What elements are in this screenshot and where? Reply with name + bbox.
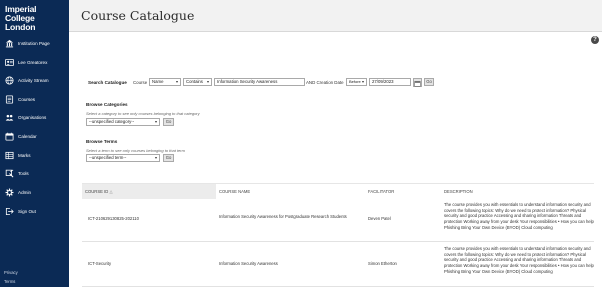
course-name-cell[interactable]: Information Security Awareness	[219, 261, 278, 266]
browse-categories-title: Browse Categories	[86, 102, 128, 107]
sidebar-item-label: Calendar	[18, 133, 37, 139]
sidebar-item-label: Marks	[18, 152, 31, 158]
category-select[interactable]: --unspecified category-- ▾	[86, 118, 160, 126]
column-header-course-id[interactable]: COURSE ID △	[82, 184, 216, 199]
term-select-value: --unspecified term--	[89, 155, 127, 160]
courses-icon	[4, 94, 14, 104]
column-header-course-name[interactable]: COURSE NAME	[219, 184, 250, 199]
sidebar-item-label: Admin	[18, 189, 32, 195]
page-header: Course Catalogue	[69, 0, 602, 32]
search-field-label: Course	[133, 80, 148, 85]
privacy-link[interactable]: Privacy	[4, 270, 18, 275]
sidebar-item-label: Lee Greatorex	[18, 59, 48, 65]
page-title: Course Catalogue	[81, 8, 195, 23]
sidebar-item-sign-out[interactable]: Sign Out	[0, 204, 69, 218]
search-field-select[interactable]: Name ▾	[149, 78, 181, 86]
facilitator-cell: Simon Etherton	[368, 261, 397, 266]
calendar-icon	[414, 74, 421, 92]
creation-date-label: AND Creation Date	[306, 80, 344, 85]
sidebar-item-label: Activity Stream	[18, 77, 49, 83]
sidebar-item-activity-stream[interactable]: Activity Stream	[0, 73, 69, 87]
search-input[interactable]: Information Security Awareness	[214, 78, 305, 86]
sort-ascending-icon: △	[109, 189, 113, 194]
logo-line-2: London	[5, 22, 36, 32]
sidebar-item-label: Tools	[18, 170, 29, 176]
search-catalogue-label: Search Catalogue	[88, 80, 127, 85]
term-select[interactable]: --unspecified term-- ▾	[86, 154, 160, 162]
sidebar: Imperial College London Institution Page…	[0, 0, 69, 287]
table-row: ICT-210629130825-202110 Information Secu…	[82, 198, 594, 242]
tools-icon	[4, 168, 14, 178]
sign-out-icon	[4, 206, 14, 216]
column-label: COURSE ID	[85, 189, 109, 194]
globe-icon	[4, 75, 14, 85]
date-operator-select[interactable]: Before ▾	[346, 78, 367, 86]
chevron-down-icon: ▾	[206, 79, 209, 84]
chevron-down-icon: ▾	[361, 79, 364, 84]
date-operator-value: Before	[349, 79, 361, 84]
search-field-value: Name	[152, 79, 164, 84]
institution-icon	[4, 38, 14, 48]
column-header-facilitator[interactable]: FACILITATOR	[368, 184, 394, 199]
category-select-value: --unspecified category--	[89, 119, 135, 124]
help-icon[interactable]: ?	[591, 36, 599, 44]
search-operator-select[interactable]: Contains ▾	[183, 78, 212, 86]
user-icon	[4, 57, 14, 67]
course-name-cell[interactable]: Information Security Awareness for Postg…	[219, 214, 359, 220]
browse-categories-hint: Select a category to see only courses be…	[86, 111, 200, 116]
sidebar-item-organisations[interactable]: Organisations	[0, 110, 69, 124]
browse-terms-title: Browse Terms	[86, 139, 118, 144]
description-cell: The course provides you with essentials …	[444, 246, 594, 274]
course-table-header: COURSE ID △ COURSE NAME FACILITATOR DESC…	[82, 183, 594, 199]
table-row: ICT-Security Information Security Awaren…	[82, 242, 594, 287]
logo-line-1: Imperial College	[5, 4, 37, 23]
browse-terms-hint: Select a term to see only courses belong…	[86, 148, 185, 153]
marks-icon	[4, 150, 14, 160]
sidebar-item-courses[interactable]: Courses	[0, 92, 69, 106]
sidebar-item-calendar[interactable]: Calendar	[0, 129, 69, 143]
sidebar-item-marks[interactable]: Marks	[0, 148, 69, 162]
term-go-button[interactable]: Go	[163, 154, 174, 162]
organisations-icon	[4, 112, 14, 122]
date-input[interactable]: 27/09/2023	[369, 78, 411, 86]
category-go-button[interactable]: Go	[163, 118, 174, 126]
chevron-down-icon: ▾	[154, 119, 157, 124]
course-id-cell[interactable]: ICT-210629130825-202110	[88, 216, 139, 221]
chevron-down-icon: ▾	[154, 155, 157, 160]
column-header-description[interactable]: DESCRIPTION	[444, 184, 473, 199]
institution-logo[interactable]: Imperial College London	[5, 5, 67, 32]
search-go-button[interactable]: Go	[424, 78, 434, 86]
calendar-icon	[4, 131, 14, 141]
sidebar-item-profile[interactable]: Lee Greatorex	[0, 55, 69, 69]
chevron-down-icon: ▾	[175, 79, 178, 84]
description-cell: The course provides you with essentials …	[444, 202, 594, 230]
date-picker-button[interactable]	[413, 78, 422, 87]
sidebar-item-label: Organisations	[18, 114, 47, 120]
sidebar-item-label: Sign Out	[18, 208, 36, 214]
sidebar-item-tools[interactable]: Tools	[0, 166, 69, 180]
sidebar-item-label: Courses	[18, 96, 36, 102]
course-id-cell[interactable]: ICT-Security	[88, 261, 111, 266]
sidebar-item-institution-page[interactable]: Institution Page	[0, 36, 69, 50]
search-operator-value: Contains	[186, 79, 203, 84]
facilitator-cell: Deven Patel	[368, 216, 391, 221]
admin-icon	[4, 187, 14, 197]
terms-link[interactable]: Terms	[4, 279, 15, 284]
sidebar-item-admin[interactable]: Admin	[0, 185, 69, 199]
sidebar-item-label: Institution Page	[18, 40, 50, 46]
